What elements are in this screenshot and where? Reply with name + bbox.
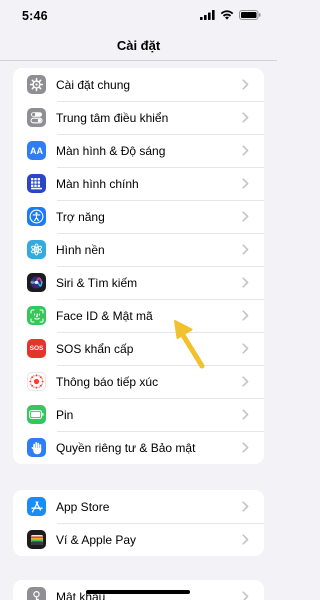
settings-row-accessibility[interactable]: Trợ năng bbox=[13, 200, 264, 233]
settings-row-display-brightness[interactable]: AA Màn hình & Độ sáng bbox=[13, 134, 264, 167]
cellular-signal-icon bbox=[200, 7, 215, 25]
sos-icon-text: SOS bbox=[29, 345, 44, 352]
face-id-icon bbox=[27, 306, 46, 325]
chevron-right-icon bbox=[242, 376, 250, 387]
settings-row-label: Quyền riêng tư & Bảo mật bbox=[56, 440, 196, 455]
annotation-arrow-icon bbox=[170, 318, 210, 375]
chevron-right-icon bbox=[242, 211, 250, 222]
chevron-right-icon bbox=[242, 409, 250, 420]
settings-row-label: Trung tâm điều khiển bbox=[56, 110, 169, 125]
settings-row-home-screen[interactable]: Màn hình chính bbox=[13, 167, 264, 200]
settings-row-privacy-security[interactable]: Quyền riêng tư & Bảo mật bbox=[13, 431, 264, 464]
settings-row-label: Thông báo tiếp xúc bbox=[56, 374, 159, 389]
settings-row-exposure-notifications[interactable]: Thông báo tiếp xúc bbox=[13, 365, 264, 398]
settings-row-general[interactable]: Cài đặt chung bbox=[13, 68, 264, 101]
battery-icon bbox=[27, 405, 46, 424]
chevron-right-icon bbox=[242, 442, 250, 453]
accessibility-icon bbox=[27, 207, 46, 226]
chevron-right-icon bbox=[242, 112, 250, 123]
page-title: Cài đặt bbox=[116, 38, 161, 53]
battery-status-icon bbox=[239, 7, 261, 25]
chevron-right-icon bbox=[242, 343, 250, 354]
chevron-right-icon bbox=[242, 277, 250, 288]
chevron-right-icon bbox=[242, 178, 250, 189]
status-bar: 5:46 bbox=[0, 0, 277, 32]
app-store-icon bbox=[27, 497, 46, 516]
chevron-right-icon bbox=[242, 79, 250, 90]
settings-row-label: App Store bbox=[56, 499, 110, 514]
chevron-right-icon bbox=[242, 310, 250, 321]
settings-row-control-center[interactable]: Trung tâm điều khiển bbox=[13, 101, 264, 134]
settings-row-label: Màn hình & Độ sáng bbox=[56, 143, 166, 158]
settings-row-label: Màn hình chính bbox=[56, 176, 139, 191]
chevron-right-icon bbox=[242, 244, 250, 255]
flower-icon bbox=[27, 240, 46, 259]
sos-icon: SOS bbox=[27, 339, 46, 358]
settings-group-store: App Store Ví & Apple Pay bbox=[13, 490, 264, 556]
settings-row-face-id-passcode[interactable]: Face ID & Mật mã bbox=[13, 299, 264, 332]
chevron-right-icon bbox=[242, 591, 250, 600]
settings-row-label: Cài đặt chung bbox=[56, 77, 131, 92]
settings-row-label: Siri & Tìm kiếm bbox=[56, 275, 138, 290]
nav-divider bbox=[0, 60, 277, 61]
settings-row-app-store[interactable]: App Store bbox=[13, 490, 264, 523]
settings-row-battery[interactable]: Pin bbox=[13, 398, 264, 431]
chevron-right-icon bbox=[242, 501, 250, 512]
gear-icon bbox=[27, 75, 46, 94]
settings-row-label: Pin bbox=[56, 407, 74, 422]
app-grid-icon bbox=[27, 174, 46, 193]
chevron-right-icon bbox=[242, 534, 250, 545]
settings-row-wallpaper[interactable]: Hình nền bbox=[13, 233, 264, 266]
settings-row-label: Ví & Apple Pay bbox=[56, 532, 137, 547]
toggles-icon bbox=[27, 108, 46, 127]
settings-row-wallet-apple-pay[interactable]: Ví & Apple Pay bbox=[13, 523, 264, 556]
settings-row-label: Trợ năng bbox=[56, 209, 105, 224]
exposure-icon bbox=[27, 372, 46, 391]
home-indicator[interactable] bbox=[86, 590, 190, 594]
settings-row-label: SOS khẩn cấp bbox=[56, 341, 134, 356]
wifi-icon bbox=[220, 7, 234, 25]
hand-icon bbox=[27, 438, 46, 457]
status-time: 5:46 bbox=[22, 9, 48, 23]
key-icon bbox=[27, 587, 46, 600]
settings-row-emergency-sos[interactable]: SOS SOS khẩn cấp bbox=[13, 332, 264, 365]
wallet-icon bbox=[27, 530, 46, 549]
siri-icon bbox=[27, 273, 46, 292]
settings-group-main: Cài đặt chung Trung tâm điều khiển AA Mà… bbox=[13, 68, 264, 464]
chevron-right-icon bbox=[242, 145, 250, 156]
settings-row-siri-search[interactable]: Siri & Tìm kiếm bbox=[13, 266, 264, 299]
settings-row-label: Hình nền bbox=[56, 242, 105, 257]
aa-text-icon: AA bbox=[27, 141, 46, 160]
settings-row-label: Face ID & Mật mã bbox=[56, 308, 153, 323]
status-icons bbox=[200, 7, 261, 25]
